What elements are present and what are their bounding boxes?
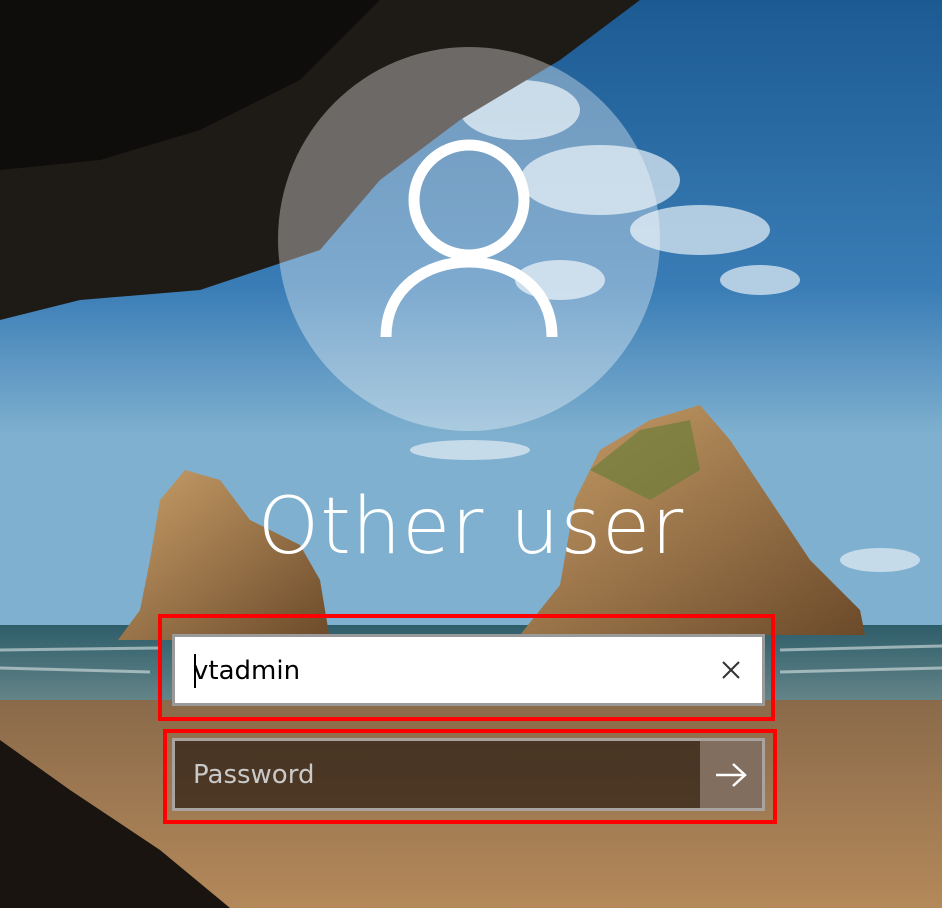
- close-icon: [722, 661, 740, 679]
- password-placeholder: Password: [193, 760, 315, 790]
- username-value: vtadmin: [193, 656, 301, 686]
- user-name-title: Other user: [257, 482, 685, 572]
- clear-username-button[interactable]: [712, 651, 750, 689]
- arrow-right-icon: [716, 762, 747, 787]
- username-input[interactable]: vtadmin: [172, 634, 765, 706]
- user-silhouette-icon: [380, 139, 558, 338]
- password-input[interactable]: Password: [172, 738, 765, 811]
- submit-button[interactable]: [700, 741, 762, 808]
- text-caret: [194, 654, 196, 688]
- user-avatar: [278, 47, 660, 431]
